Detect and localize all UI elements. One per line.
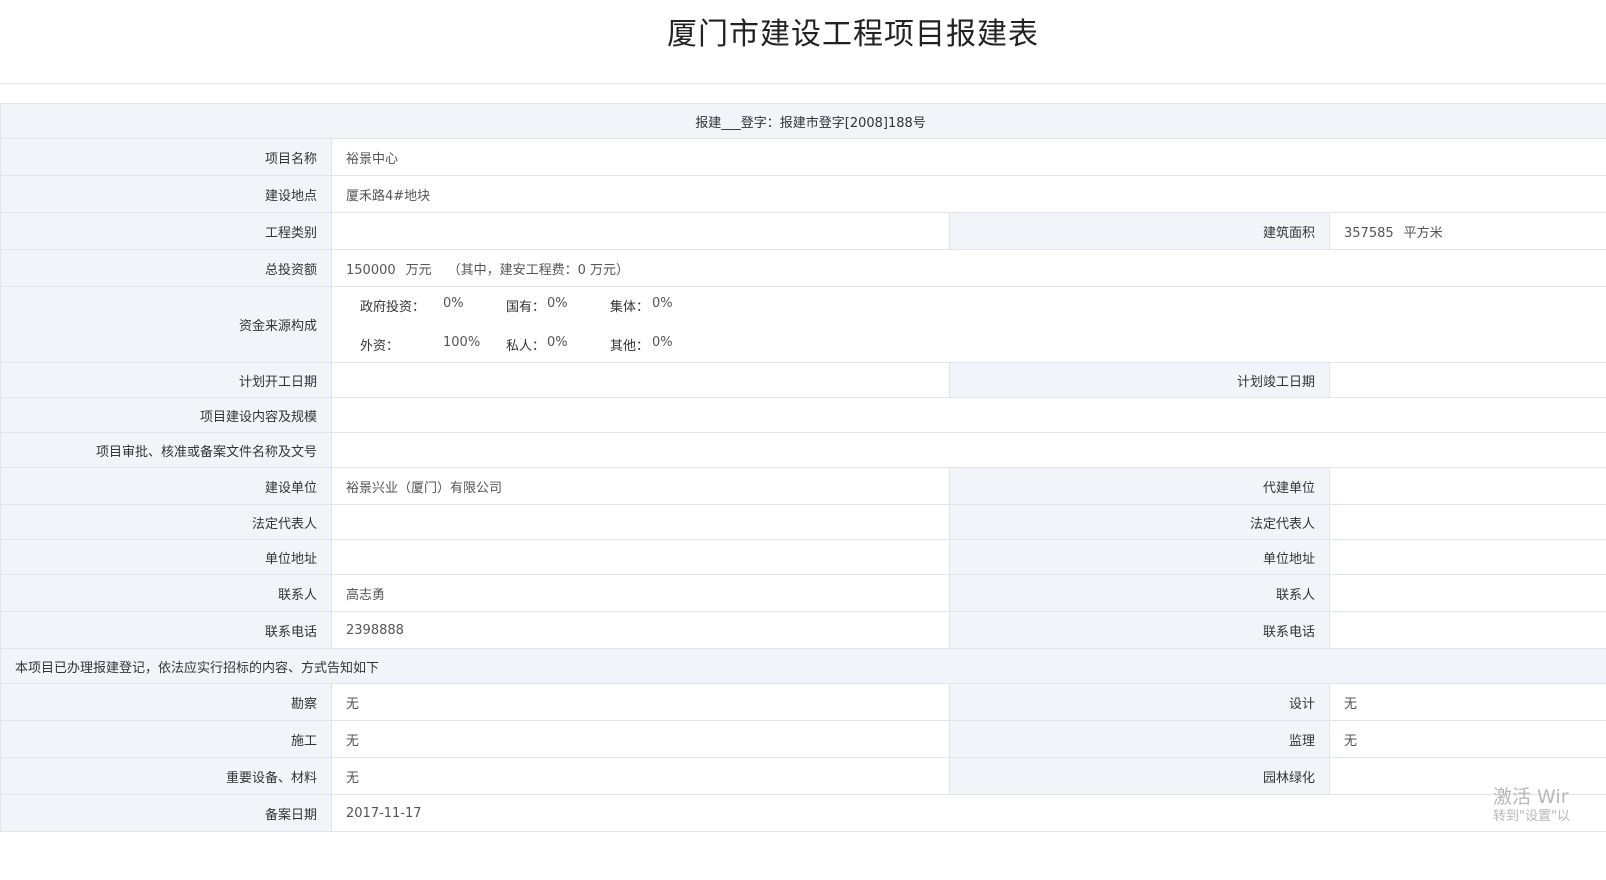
agent-value bbox=[1328, 467, 1606, 505]
landscaping-label: 园林绿化 bbox=[949, 757, 1330, 795]
watermark-line1: 激活 Wir bbox=[1493, 786, 1569, 808]
investment-value: 150000 万元 （其中，建安工程费：0 万元） bbox=[330, 249, 1606, 287]
address-left-label: 单位地址 bbox=[0, 539, 332, 575]
legal-rep-left-value bbox=[331, 504, 950, 540]
equipment-label: 重要设备、材料 bbox=[0, 757, 332, 795]
registration-number-header: 报建___登字：报建市登字[2008]188号 bbox=[0, 103, 1606, 139]
agent-label: 代建单位 bbox=[949, 467, 1330, 505]
plan-start-value bbox=[331, 362, 950, 398]
contact-left-label: 联系人 bbox=[0, 574, 332, 612]
plan-start-label: 计划开工日期 bbox=[0, 362, 332, 398]
funding-other-label: 其他： bbox=[610, 338, 650, 354]
funding-state-value: 0% bbox=[547, 295, 568, 311]
legal-rep-right-value bbox=[1328, 504, 1606, 540]
contact-left-value: 高志勇 bbox=[331, 574, 950, 612]
design-label: 设计 bbox=[949, 683, 1330, 721]
funding-gov-value: 0% bbox=[443, 295, 464, 311]
funding-foreign-label: 外资： bbox=[360, 338, 400, 354]
legal-rep-right-label: 法定代表人 bbox=[949, 504, 1330, 540]
phone-right-value bbox=[1328, 611, 1606, 649]
funding-collective-label: 集体： bbox=[610, 299, 650, 315]
design-value: 无 bbox=[1328, 683, 1606, 721]
phone-left-label: 联系电话 bbox=[0, 611, 332, 649]
investment-number: 150000 bbox=[346, 262, 396, 278]
location-value: 厦禾路4#地块 bbox=[330, 175, 1606, 213]
area-label: 建筑面积 bbox=[949, 212, 1330, 250]
phone-right-label: 联系电话 bbox=[949, 611, 1330, 649]
area-unit: 平方米 bbox=[1403, 225, 1443, 241]
supervision-value: 无 bbox=[1328, 720, 1606, 758]
category-value bbox=[331, 212, 950, 250]
content-scale-value bbox=[330, 397, 1606, 433]
funding-other-value: 0% bbox=[652, 334, 673, 350]
funding-collective-value: 0% bbox=[652, 295, 673, 311]
construction-value: 无 bbox=[331, 720, 950, 758]
approval-docs-label: 项目审批、核准或备案文件名称及文号 bbox=[0, 432, 332, 468]
legal-rep-left-label: 法定代表人 bbox=[0, 504, 332, 540]
investment-unit: 万元 bbox=[405, 262, 432, 278]
record-date-label: 备案日期 bbox=[0, 794, 332, 832]
funding-state-label: 国有： bbox=[506, 299, 546, 315]
title-divider bbox=[0, 83, 1606, 84]
contact-right-label: 联系人 bbox=[949, 574, 1330, 612]
equipment-value: 无 bbox=[331, 757, 950, 795]
funding-label: 资金来源构成 bbox=[0, 286, 332, 363]
watermark-line2: 转到"设置"以 bbox=[1493, 809, 1570, 824]
activation-watermark: 激活 Wir 转到"设置"以 bbox=[1493, 786, 1570, 826]
plan-end-label: 计划竣工日期 bbox=[949, 362, 1330, 398]
funding-breakdown: 政府投资： 0% 国有： 0% 集体： 0% 外资： 100% 私人： 0% 其… bbox=[330, 286, 1606, 363]
address-right-label: 单位地址 bbox=[949, 539, 1330, 575]
category-label: 工程类别 bbox=[0, 212, 332, 250]
project-name-label: 项目名称 bbox=[0, 138, 332, 176]
address-left-value bbox=[331, 539, 950, 575]
location-label: 建设地点 bbox=[0, 175, 332, 213]
area-number: 357585 bbox=[1344, 225, 1394, 241]
contact-right-value bbox=[1328, 574, 1606, 612]
survey-value: 无 bbox=[331, 683, 950, 721]
construction-label: 施工 bbox=[0, 720, 332, 758]
phone-left-value: 2398888 bbox=[331, 611, 950, 649]
project-name-value: 裕景中心 bbox=[330, 138, 1606, 176]
funding-foreign-value: 100% bbox=[443, 334, 481, 350]
plan-end-value bbox=[1328, 362, 1606, 398]
investment-note: （其中，建安工程费：0 万元） bbox=[447, 262, 630, 278]
registration-table: 报建___登字：报建市登字[2008]188号 项目名称 裕景中心 建设地点 厦… bbox=[0, 103, 1606, 832]
record-date-value: 2017-11-17 bbox=[330, 794, 1606, 832]
supervision-label: 监理 bbox=[949, 720, 1330, 758]
address-right-value bbox=[1328, 539, 1606, 575]
page: 厦门市建设工程项目报建表 报建___登字：报建市登字[2008]188号 项目名… bbox=[0, 0, 1606, 880]
survey-label: 勘察 bbox=[0, 683, 332, 721]
page-title: 厦门市建设工程项目报建表 bbox=[667, 17, 1039, 52]
approval-docs-value bbox=[330, 432, 1606, 468]
content-scale-label: 项目建设内容及规模 bbox=[0, 397, 332, 433]
funding-gov-label: 政府投资： bbox=[360, 299, 426, 315]
investment-label: 总投资额 bbox=[0, 249, 332, 287]
builder-value: 裕景兴业（厦门）有限公司 bbox=[331, 467, 950, 505]
area-value: 357585 平方米 bbox=[1328, 212, 1606, 250]
builder-label: 建设单位 bbox=[0, 467, 332, 505]
funding-private-value: 0% bbox=[547, 334, 568, 350]
funding-private-label: 私人： bbox=[506, 338, 546, 354]
tender-notice: 本项目已办理报建登记，依法应实行招标的内容、方式告知如下 bbox=[0, 648, 1606, 684]
